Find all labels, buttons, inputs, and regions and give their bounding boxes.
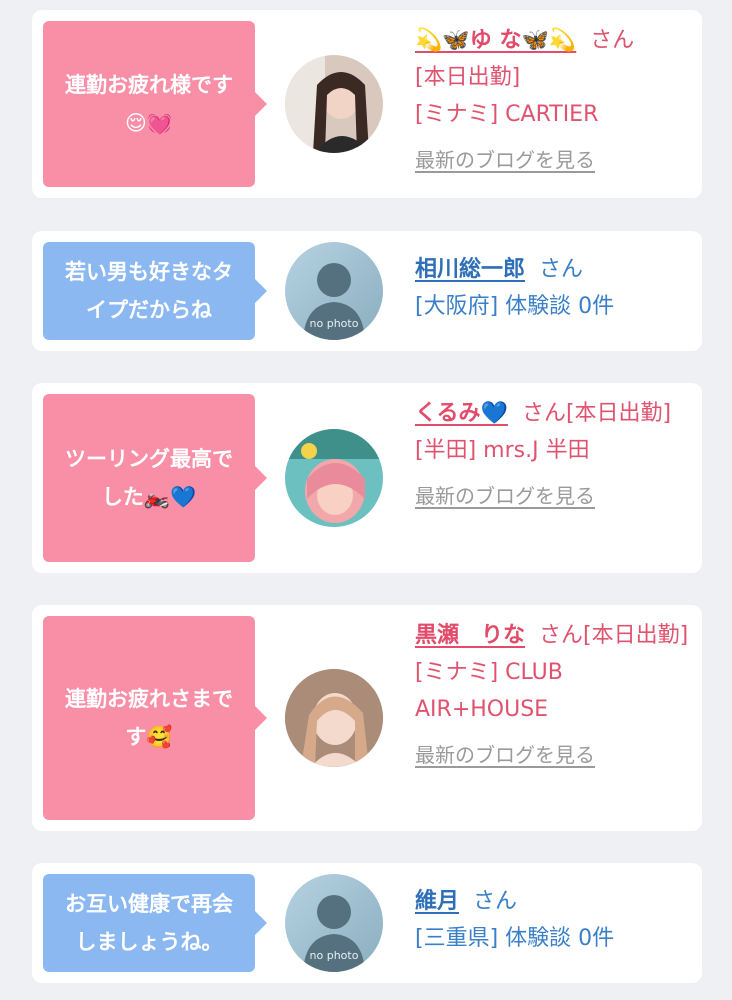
message-bubble: 若い男も好きなタイプだからね: [43, 242, 267, 340]
profile-name-link[interactable]: くるみ💙: [415, 401, 508, 426]
no-photo-label: no photo: [310, 949, 359, 962]
profile-name-link[interactable]: 黒瀬 りな: [415, 623, 525, 648]
honorific: さん: [539, 257, 584, 282]
message-bubble: 連勤お疲れさまです🥰: [43, 616, 267, 820]
message-card: ツーリング最高でした🏍️💙 くるみ💙 さん[本日出勤] [半田] mrs.J 半田…: [32, 383, 702, 573]
message-text: 若い男も好きなタイプだからね: [65, 260, 233, 322]
avatar[interactable]: [285, 55, 383, 153]
message-text: お互い健康で再会しましょうね。: [65, 892, 233, 954]
avatar[interactable]: [285, 669, 383, 767]
honorific: さん: [590, 28, 635, 53]
profile-name-link[interactable]: 💫🦋ゆ な🦋💫: [415, 28, 576, 53]
profile-info: 相川総一郎 さん [大阪府] 体験談 0件: [415, 251, 695, 325]
profile-name-link[interactable]: 維月: [415, 889, 459, 914]
silhouette-icon: no photo: [285, 874, 383, 972]
profile-detail: [本日出勤]: [415, 65, 521, 90]
avatar[interactable]: no photo: [285, 874, 383, 972]
profile-detail: [ミナミ] CLUB AIR+HOUSE: [415, 660, 563, 722]
latest-blog-link[interactable]: 最新のブログを見る: [415, 742, 695, 768]
profile-info: 💫🦋ゆ な🦋💫 さん [本日出勤] [ミナミ] CARTIER 最新のブログを見る: [415, 22, 695, 173]
message-bubble: お互い健康で再会しましょうね。: [43, 874, 267, 972]
profile-detail: [三重県] 体験談 0件: [415, 926, 615, 951]
latest-blog-link[interactable]: 最新のブログを見る: [415, 147, 695, 173]
honorific: さん: [473, 889, 518, 914]
avatar[interactable]: no photo: [285, 242, 383, 340]
profile-info: 維月 さん [三重県] 体験談 0件: [415, 883, 695, 957]
no-photo-label: no photo: [310, 317, 359, 330]
latest-blog-link[interactable]: 最新のブログを見る: [415, 483, 695, 509]
profile-info: くるみ💙 さん[本日出勤] [半田] mrs.J 半田 最新のブログを見る: [415, 395, 695, 509]
message-card: 若い男も好きなタイプだからね no photo 相川総一郎 さん [大阪府] 体験…: [32, 231, 702, 351]
message-bubble: ツーリング最高でした🏍️💙: [43, 394, 267, 562]
message-text: 連勤お疲れ様です😌💓: [65, 73, 233, 135]
message-text: ツーリング最高でした🏍️💙: [65, 447, 233, 509]
honorific: さん[本日出勤]: [521, 401, 672, 426]
silhouette-icon: no photo: [285, 242, 383, 340]
profile-info: 黒瀬 りな さん[本日出勤] [ミナミ] CLUB AIR+HOUSE 最新のブロ…: [415, 617, 695, 768]
message-card: お互い健康で再会しましょうね。 no photo 維月 さん [三重県] 体験談 …: [32, 863, 702, 983]
message-card: 連勤お疲れさまです🥰 黒瀬 りな さん[本日出勤] [ミナミ] CLUB AIR+…: [32, 605, 702, 831]
message-card: 連勤お疲れ様です😌💓 💫🦋ゆ な🦋💫 さん [本日出勤] [ミナミ] CARTIE…: [32, 10, 702, 198]
profile-detail: [ミナミ] CARTIER: [415, 102, 599, 127]
honorific: さん[本日出勤]: [539, 623, 689, 648]
profile-detail: [半田] mrs.J 半田: [415, 438, 590, 463]
message-text: 連勤お疲れさまです🥰: [65, 687, 233, 749]
profile-name-link[interactable]: 相川総一郎: [415, 257, 525, 282]
message-bubble: 連勤お疲れ様です😌💓: [43, 21, 267, 187]
avatar[interactable]: [285, 429, 383, 527]
profile-detail: [大阪府] 体験談 0件: [415, 294, 615, 319]
